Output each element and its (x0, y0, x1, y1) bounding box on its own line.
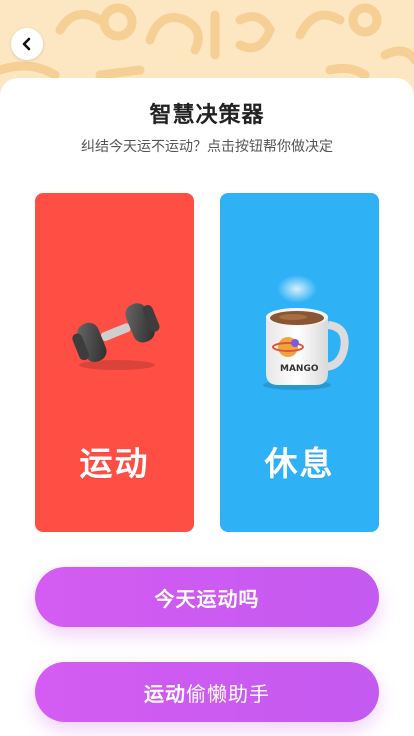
rest-label: 休息 (264, 444, 335, 483)
page-title: 智慧决策器 (149, 103, 265, 128)
chevron-left-icon (20, 37, 34, 51)
mug-brand-text: MANGO (280, 364, 319, 374)
exercise-option[interactable]: 运动 (35, 193, 194, 532)
page-subtitle: 纠结今天运不运动？点击按钮帮你做决定 (81, 139, 333, 155)
exercise-label: 运动 (79, 444, 150, 483)
dumbbell-icon (35, 273, 194, 393)
back-button[interactable] (11, 28, 43, 60)
ask-today-button[interactable]: 今天运动吗 (35, 567, 379, 627)
decision-page: 智慧决策器 纠结今天运不运动？点击按钮帮你做决定 运动 MANGO 休息 今天运… (0, 0, 414, 736)
ask-today-label: 今天运动吗 (154, 586, 260, 611)
coffee-mug-icon: MANGO (220, 273, 379, 393)
rest-option[interactable]: MANGO 休息 (220, 193, 379, 532)
lazy-helper-label-bold: 运动 (144, 681, 186, 706)
lazy-helper-label-rest: 偷懒助手 (186, 681, 270, 706)
lazy-helper-button[interactable]: 运动 偷懒助手 (35, 662, 379, 722)
